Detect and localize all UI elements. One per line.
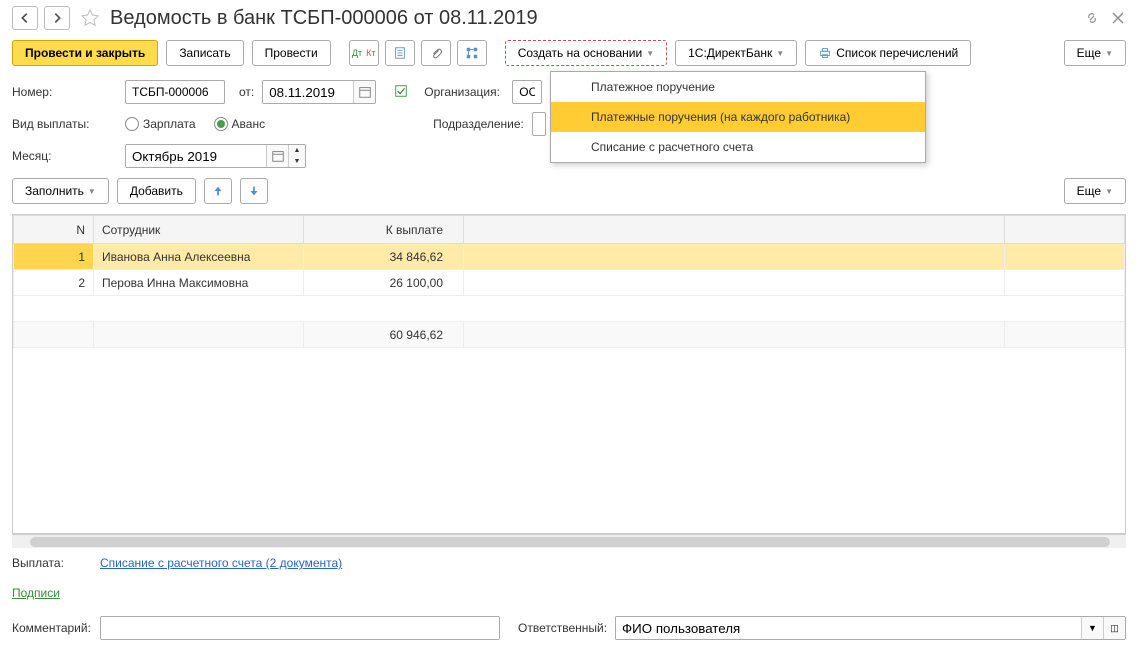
create-based-dropdown: Платежное поручение Платежные поручения … [550,71,926,163]
totals-row: 60 946,62 [14,322,1125,348]
org-input[interactable] [512,80,542,104]
responsible-open-button[interactable]: ◫ [1103,617,1125,639]
date-input[interactable] [263,81,353,103]
document-icon-button[interactable] [385,40,415,66]
salary-radio-label: Зарплата [143,117,196,131]
month-up-button[interactable]: ▲ [289,145,305,156]
advance-radio-label: Аванс [232,117,266,131]
close-icon[interactable] [1110,10,1126,26]
chevron-down-icon: ▼ [88,187,96,196]
transfer-list-label: Список перечислений [836,46,958,60]
printer-icon [818,46,832,60]
fill-button[interactable]: Заполнить ▼ [12,178,109,204]
nav-back-button[interactable] [12,6,38,30]
salary-radio[interactable]: Зарплата [125,117,196,131]
payment-link[interactable]: Списание с расчетного счета (2 документа… [100,556,342,570]
col-header-last [1005,216,1125,244]
create-based-label: Создать на основании [518,46,643,60]
month-field[interactable]: ▲ ▼ [125,144,306,168]
move-down-button[interactable] [240,178,268,204]
dropdown-item-payment-order[interactable]: Платежное поручение [551,72,925,102]
more-label: Еще [1077,46,1101,60]
add-button[interactable]: Добавить [117,178,196,204]
from-label: от: [239,85,254,99]
employees-table: N Сотрудник К выплате 1 Иванова Анна Але… [12,214,1126,534]
chevron-down-icon: ▼ [1105,49,1113,58]
dtkt-button[interactable]: ДтКт [349,40,379,66]
month-down-button[interactable]: ▼ [289,156,305,167]
chevron-down-icon: ▼ [776,49,784,58]
create-based-button[interactable]: Создать на основании ▼ [505,40,667,66]
transfer-list-button[interactable]: Список перечислений [805,40,971,66]
payment-type-label: Вид выплаты: [12,117,117,131]
cell-pay: 34 846,62 [304,244,464,270]
total-value: 60 946,62 [304,322,464,348]
payment-label: Выплата: [12,556,92,570]
table-row[interactable]: 1 Иванова Анна Алексеевна 34 846,62 [14,244,1125,270]
dept-label: Подразделение: [433,117,524,131]
col-header-pay[interactable]: К выплате [304,216,464,244]
cell-emp: Перова Инна Максимовна [94,270,304,296]
post-and-close-button[interactable]: Провести и закрыть [12,40,158,66]
chevron-down-icon: ▼ [646,49,654,58]
table-row[interactable]: 2 Перова Инна Максимовна 26 100,00 [14,270,1125,296]
responsible-dropdown-button[interactable]: ▼ [1081,617,1103,639]
link-icon[interactable] [1084,10,1100,26]
col-header-emp[interactable]: Сотрудник [94,216,304,244]
dropdown-item-payment-orders-each[interactable]: Платежные поручения (на каждого работник… [551,102,925,132]
chevron-down-icon: ▼ [1105,187,1113,196]
direct-bank-button[interactable]: 1С:ДиректБанк ▼ [675,40,797,66]
date-field[interactable] [262,80,376,104]
cell-n: 2 [14,270,94,296]
org-label: Организация: [424,85,504,99]
responsible-label: Ответственный: [518,621,607,635]
structure-icon-button[interactable] [457,40,487,66]
number-input[interactable] [125,80,225,104]
empty-area [14,296,1125,322]
cell-n: 1 [14,244,94,270]
comment-label: Комментарий: [12,621,92,635]
month-label: Месяц: [12,149,117,163]
direct-bank-label: 1С:ДиректБанк [688,46,772,60]
cell-pay: 26 100,00 [304,270,464,296]
dept-input[interactable] [532,112,546,136]
col-header-n[interactable]: N [14,216,94,244]
col-header-empty [464,216,1005,244]
signatures-link[interactable]: Подписи [12,586,60,600]
star-icon[interactable] [80,8,100,28]
nav-forward-button[interactable] [44,6,70,30]
fill-label: Заполнить [25,184,84,198]
month-input[interactable] [126,145,266,167]
advance-radio[interactable]: Аванс [214,117,266,131]
responsible-input[interactable] [616,617,1081,639]
more-button-sub[interactable]: Еще ▼ [1064,178,1126,204]
month-calendar-button[interactable] [266,145,288,167]
more-sub-label: Еще [1077,184,1101,198]
save-button[interactable]: Записать [166,40,243,66]
comment-input[interactable] [101,617,499,639]
number-label: Номер: [12,85,117,99]
more-button-top[interactable]: Еще ▼ [1064,40,1126,66]
passed-icon [394,84,408,101]
calendar-icon-button[interactable] [353,81,375,103]
page-title: Ведомость в банк ТСБП-000006 от 08.11.20… [110,7,538,30]
attach-icon-button[interactable] [421,40,451,66]
cell-emp: Иванова Анна Алексеевна [94,244,304,270]
dropdown-item-writeoff[interactable]: Списание с расчетного счета [551,132,925,162]
horizontal-scrollbar[interactable] [12,534,1126,548]
post-button[interactable]: Провести [252,40,331,66]
move-up-button[interactable] [204,178,232,204]
